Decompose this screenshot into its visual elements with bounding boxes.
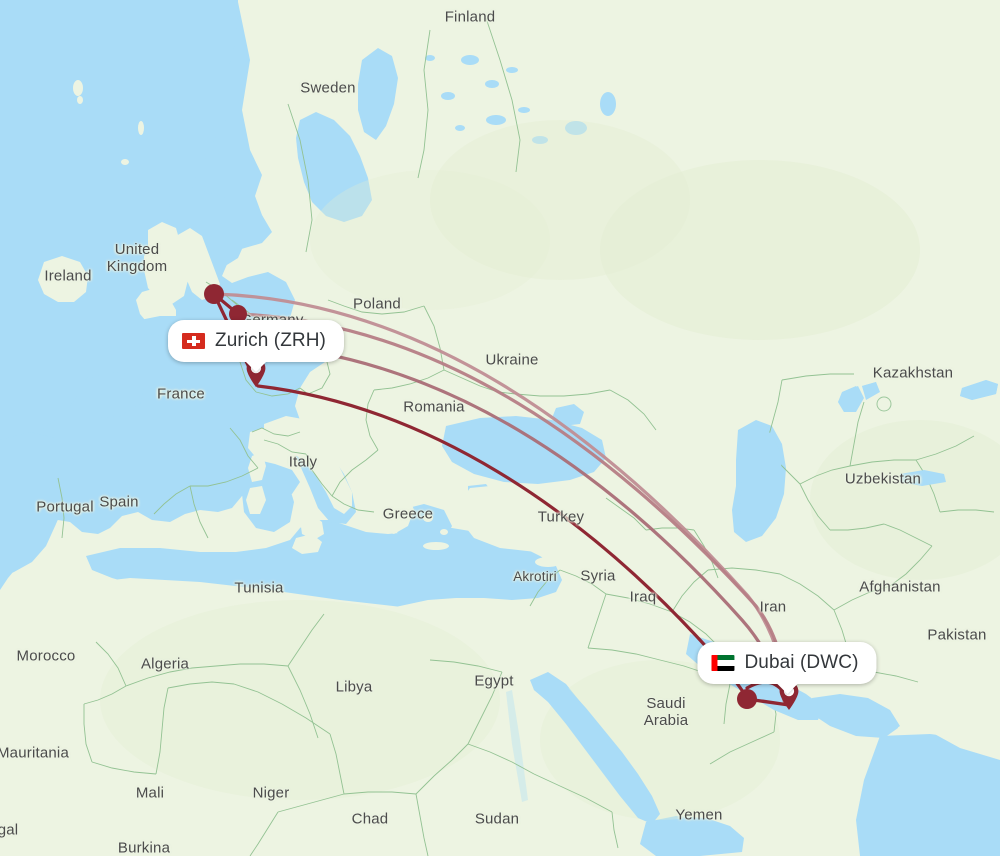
callout-tail <box>776 683 798 694</box>
callout-tail <box>244 361 267 372</box>
flight-routes-layer <box>212 292 792 707</box>
route-direct <box>256 384 749 701</box>
flight-route-map[interactable]: .land{fill:#edf4e2;stroke:#8cbf8c;stroke… <box>0 0 1000 856</box>
doha-waypoint[interactable] <box>737 689 757 709</box>
airport-callout-dwc[interactable]: Dubai (DWC) <box>697 642 877 694</box>
airport-label-text: Zurich (ZRH) <box>215 330 326 351</box>
airport-label-text: Dubai (DWC) <box>744 652 859 673</box>
amsterdam-waypoint[interactable] <box>204 284 224 304</box>
uae-flag-icon <box>711 655 735 671</box>
switzerland-flag-icon <box>182 333 206 349</box>
airport-callout-zrh[interactable]: Zurich (ZRH) <box>168 320 344 372</box>
